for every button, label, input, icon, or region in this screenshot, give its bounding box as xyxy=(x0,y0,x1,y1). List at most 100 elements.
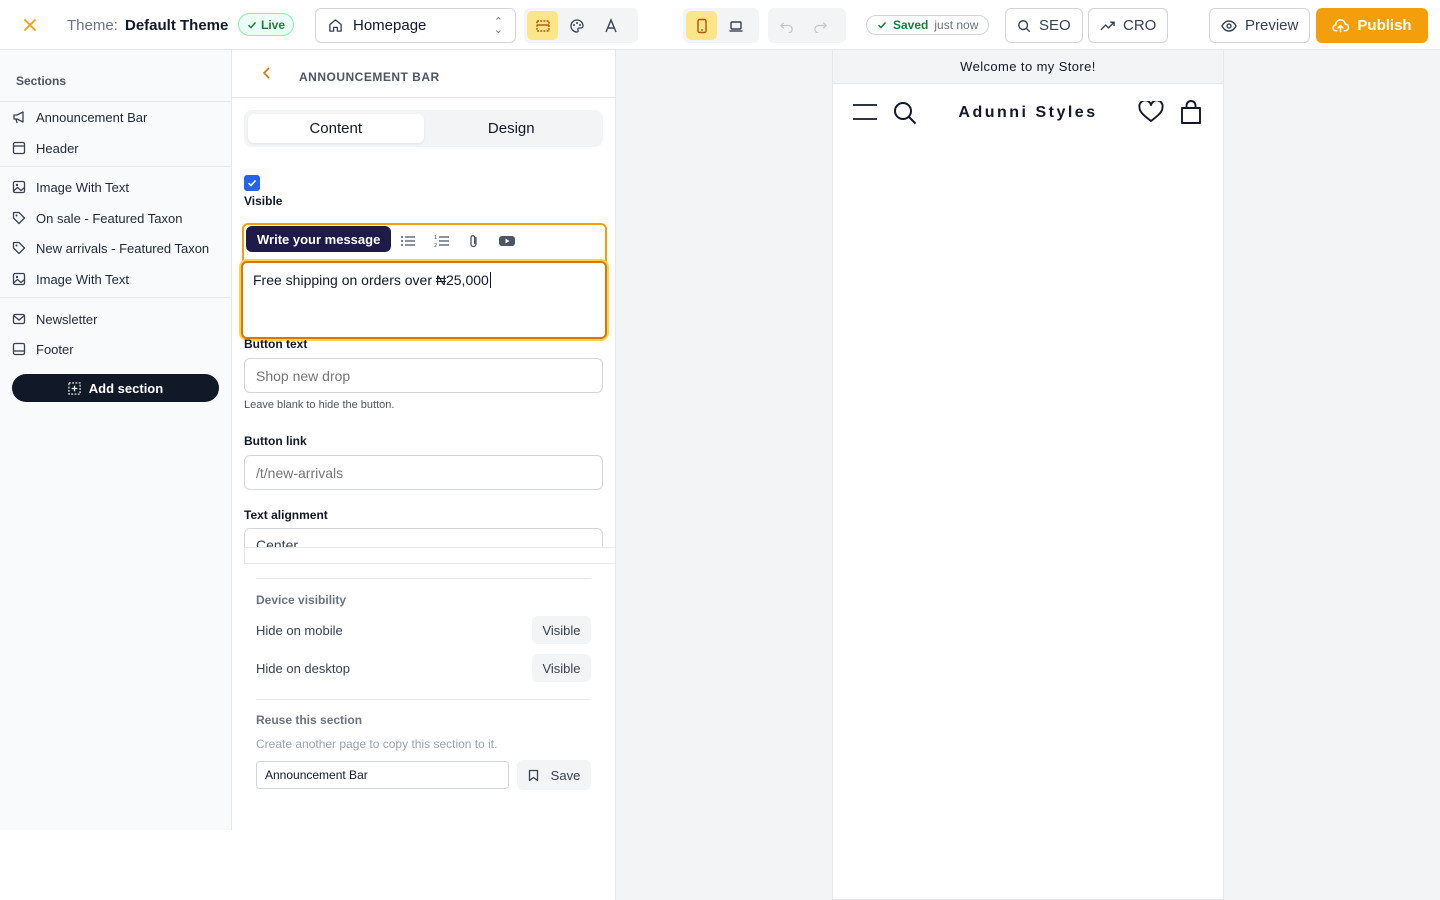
check-icon xyxy=(247,179,257,187)
sidebar-item-announcement-bar[interactable]: Announcement Bar xyxy=(12,105,222,129)
save-section-label: Save xyxy=(550,767,581,783)
sidebar-item-image-with-text-2[interactable]: Image With Text xyxy=(12,267,222,291)
bullet-list-icon[interactable] xyxy=(400,234,416,251)
visible-checkbox[interactable] xyxy=(244,175,260,191)
preview-announcement-bar[interactable]: Welcome to my Store! xyxy=(833,50,1223,84)
smartphone-icon xyxy=(696,18,707,33)
redo-icon xyxy=(814,22,828,33)
device-visibility-heading: Device visibility xyxy=(256,593,347,607)
sidebar-item-label: New arrivals - Featured Taxon xyxy=(36,240,210,256)
eye-icon xyxy=(1221,19,1237,32)
reuse-section-input[interactable]: Announcement Bar xyxy=(256,761,509,789)
theme-name: Default Theme xyxy=(125,16,229,34)
hide-on-mobile-toggle[interactable]: Visible xyxy=(532,616,591,644)
chevron-updown-icon: ⌃ ⌄ xyxy=(493,15,503,36)
trending-up-icon xyxy=(1100,21,1115,30)
footer-icon xyxy=(12,342,26,356)
check-icon xyxy=(877,21,887,29)
redo-button[interactable] xyxy=(805,11,836,40)
sections-tool-button[interactable] xyxy=(527,11,558,40)
save-status: Saved just now xyxy=(866,15,990,35)
store-name[interactable]: Adunni Styles xyxy=(833,104,1223,122)
megaphone-icon xyxy=(12,110,26,124)
page-select[interactable]: Homepage ⌃ ⌄ xyxy=(315,8,516,43)
undo-button[interactable] xyxy=(771,11,802,40)
shopping-bag-icon[interactable] xyxy=(1179,99,1203,128)
tab-design[interactable]: Design xyxy=(424,114,600,143)
tag-icon xyxy=(12,241,26,255)
numbered-list-icon[interactable]: 12 xyxy=(434,234,450,251)
bookmark-icon xyxy=(528,769,538,781)
sidebar-item-newsletter[interactable]: Newsletter xyxy=(12,307,222,331)
youtube-icon[interactable] xyxy=(498,234,516,251)
sidebar-item-label: Announcement Bar xyxy=(36,109,148,125)
sidebar-item-label: Newsletter xyxy=(36,311,98,327)
sidebar-item-label: Header xyxy=(36,140,79,156)
sidebar-item-header[interactable]: Header xyxy=(12,136,222,160)
seo-button[interactable]: SEO xyxy=(1005,8,1083,43)
mobile-preview-frame: Welcome to my Store! Adunni Styles xyxy=(832,50,1224,900)
announcement-message-text: Free shipping on orders over ₦25,000 xyxy=(253,272,489,288)
cro-button-label: CRO xyxy=(1123,17,1157,34)
save-section-button[interactable]: Save xyxy=(517,760,591,790)
add-section-label: Add section xyxy=(88,380,164,396)
image-icon xyxy=(12,272,26,286)
add-section-button[interactable]: Add section xyxy=(12,374,219,402)
sidebar-divider xyxy=(0,297,231,298)
button-link-input[interactable] xyxy=(244,455,603,490)
saved-time: just now xyxy=(934,18,979,32)
desktop-view-button[interactable] xyxy=(720,11,751,40)
layout-icon xyxy=(535,19,550,32)
sidebar-item-label: Footer xyxy=(36,341,74,357)
typography-button[interactable] xyxy=(595,11,626,40)
preview-button-label: Preview xyxy=(1245,17,1299,34)
button-text-input[interactable] xyxy=(244,358,603,393)
button-text-label: Button text xyxy=(244,337,308,351)
sidebar-divider xyxy=(0,166,231,167)
editor-toolbar: 12 xyxy=(400,234,516,251)
panel-title: ANNOUNCEMENT BAR xyxy=(299,70,440,84)
section-settings-panel: ANNOUNCEMENT BAR Content Design Visible … xyxy=(232,50,616,900)
visible-label: Visible xyxy=(244,194,283,208)
text-alignment-label: Text alignment xyxy=(244,508,328,522)
text-alignment-select[interactable]: Center xyxy=(244,528,603,548)
mobile-view-button[interactable] xyxy=(686,11,717,40)
layout-icon xyxy=(12,141,26,155)
text-caret xyxy=(489,272,491,288)
back-chevron-icon[interactable] xyxy=(262,66,272,84)
laptop-icon xyxy=(729,20,742,32)
undo-icon xyxy=(779,22,793,33)
publish-button[interactable]: Publish xyxy=(1316,8,1428,43)
cro-button[interactable]: CRO xyxy=(1088,8,1169,43)
announcement-message-input[interactable]: Free shipping on orders over ₦25,000 xyxy=(241,261,607,339)
editor-tooltip: Write your message xyxy=(246,226,392,252)
sidebar-item-footer[interactable]: Footer xyxy=(12,337,222,361)
sidebar-item-on-sale[interactable]: On sale - Featured Taxon xyxy=(12,206,222,230)
heart-icon[interactable] xyxy=(1138,99,1164,126)
sidebar-item-label: Image With Text xyxy=(36,271,129,287)
live-badge: Live xyxy=(238,13,295,36)
theme-colors-button[interactable] xyxy=(561,11,592,40)
tab-content[interactable]: Content xyxy=(248,114,424,143)
panel-header: ANNOUNCEMENT BAR xyxy=(232,50,615,98)
history-controls xyxy=(768,8,846,43)
sidebar-heading: Sections xyxy=(16,74,67,88)
sidebar-item-image-with-text[interactable]: Image With Text xyxy=(12,175,222,199)
preview-button[interactable]: Preview xyxy=(1209,8,1311,43)
palette-icon xyxy=(569,18,584,33)
top-bar: Theme: Default Theme Live Homepage ⌃ ⌄ S… xyxy=(0,0,1440,50)
close-icon[interactable] xyxy=(20,14,40,36)
publish-button-label: Publish xyxy=(1357,17,1412,34)
sidebar-divider xyxy=(0,101,231,102)
attachment-icon[interactable] xyxy=(468,234,480,251)
hide-on-desktop-label: Hide on desktop xyxy=(256,661,350,676)
editor-tools xyxy=(524,8,638,43)
sidebar-item-label: On sale - Featured Taxon xyxy=(36,210,183,226)
hide-on-desktop-toggle[interactable]: Visible xyxy=(532,654,591,682)
home-icon xyxy=(329,19,342,32)
hide-on-mobile-label: Hide on mobile xyxy=(256,623,343,638)
saved-label: Saved xyxy=(893,18,929,32)
sidebar-item-new-arrivals[interactable]: New arrivals - Featured Taxon xyxy=(12,236,222,260)
sidebar-item-label: Image With Text xyxy=(36,179,129,195)
panel-tabs: Content Design xyxy=(244,110,603,147)
